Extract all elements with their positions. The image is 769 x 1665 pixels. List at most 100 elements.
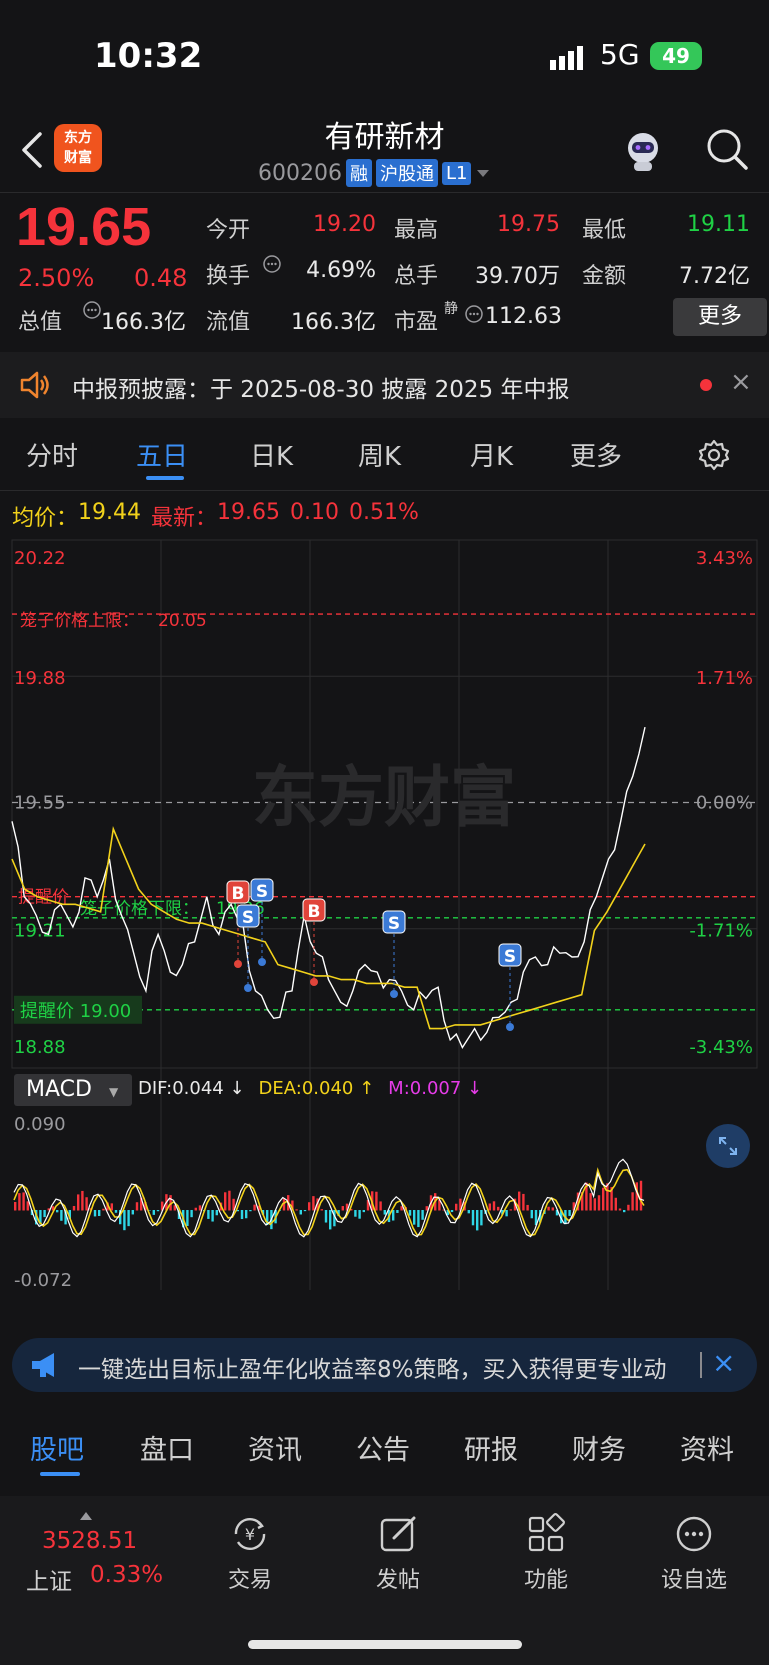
trade-mark-dot	[506, 1023, 514, 1031]
nav-post[interactable]: 发帖	[348, 1512, 448, 1594]
macd-bar	[467, 1210, 470, 1214]
latest-label: 最新：	[151, 506, 218, 531]
trade-mark-letter: S	[242, 908, 254, 928]
latest-pct: 0.51%	[348, 500, 419, 525]
quote-label: 最低	[582, 218, 627, 243]
macd-bar	[215, 1210, 218, 1216]
tab-chart-1[interactable]: 五日	[136, 436, 188, 473]
promo-text[interactable]: 一键选出目标止盈年化收益率8%策略，买入获得更专业动	[78, 1350, 700, 1384]
nav-functions[interactable]: 功能	[496, 1512, 596, 1594]
macd-bar	[547, 1206, 550, 1211]
nav-trade-label: 交易	[227, 1568, 272, 1593]
pe-static-mark: 静	[444, 301, 458, 317]
yuan-exchange-icon: ¥	[234, 1518, 266, 1550]
quote-value: 19.20	[313, 212, 376, 237]
index-name[interactable]: 上证	[26, 1562, 72, 1596]
tag-level: L1	[441, 161, 472, 185]
chevron-down-icon	[477, 170, 490, 177]
macd-bar	[589, 1193, 592, 1211]
quote-value: 19.11	[687, 212, 750, 237]
macd-bar	[320, 1209, 323, 1211]
macd-values-row: DIF:0.044 ↓ DEA:0.040 ↑ M:0.007 ↓	[138, 1078, 482, 1099]
quote-value: 166.3亿	[101, 310, 186, 335]
tab-bottom-4[interactable]: 研报	[464, 1428, 518, 1467]
nav-watchlist[interactable]: 设自选	[644, 1512, 744, 1594]
tab-chart-4[interactable]: 月K	[470, 436, 513, 473]
macd-bar	[114, 1210, 118, 1213]
stock-code-row[interactable]: 600206 融 沪股通 L1	[258, 158, 491, 188]
notice-text[interactable]: 中报预披露：于 2025-08-30 披露 2025 年中报	[72, 370, 569, 404]
macd-bar	[362, 1210, 365, 1213]
macd-bar	[530, 1210, 533, 1219]
macd-bar	[102, 1208, 105, 1211]
macd-bar	[77, 1194, 80, 1211]
tab-bottom-5[interactable]: 财务	[572, 1428, 626, 1467]
tab-indicator	[40, 1472, 80, 1476]
nav-trade[interactable]: ¥ 交易	[200, 1512, 300, 1594]
svg-text:¥: ¥	[245, 1525, 255, 1544]
y-tick-left: 20.22	[14, 548, 66, 569]
trade-mark-dot	[234, 960, 242, 968]
robot-assistant-icon[interactable]	[620, 128, 666, 174]
macd-bar	[623, 1210, 626, 1213]
quote-label: 市盈	[394, 310, 439, 335]
tab-chart-0[interactable]: 分时	[26, 436, 78, 473]
quote-label: 总值	[18, 310, 63, 335]
macd-bar	[631, 1192, 634, 1211]
macd-bar	[207, 1210, 210, 1219]
tab-bottom-2[interactable]: 资讯	[248, 1428, 302, 1467]
close-icon[interactable]: ×	[712, 1348, 742, 1378]
gear-icon[interactable]	[697, 438, 731, 472]
info-icon[interactable]	[464, 304, 484, 324]
tab-bottom-6[interactable]: 资料	[680, 1428, 734, 1467]
macd-bar	[597, 1195, 601, 1211]
five-day-chart[interactable]: 笼子价格上限：20.05提醒价笼子价格下限：19.26提醒价 19.0020.2…	[0, 530, 769, 1300]
tab-bottom-3[interactable]: 公告	[356, 1428, 410, 1467]
y-tick-left: 19.55	[14, 793, 66, 814]
macd-bar	[522, 1193, 525, 1211]
more-button[interactable]: 更多	[673, 298, 767, 336]
macd-bar	[295, 1209, 298, 1211]
change-amount: 0.48	[134, 264, 188, 292]
macd-bar	[26, 1201, 29, 1211]
unread-dot	[700, 379, 712, 391]
macd-bar	[614, 1197, 617, 1211]
macd-bar	[123, 1210, 126, 1231]
macd-bar	[110, 1203, 113, 1211]
tab-chart-2[interactable]: 日K	[250, 436, 293, 473]
macd-bar	[303, 1210, 307, 1212]
macd-bar	[471, 1210, 475, 1226]
close-icon[interactable]: ×	[730, 369, 754, 395]
macd-bar	[18, 1193, 21, 1211]
info-icon[interactable]	[262, 254, 282, 274]
macd-bar	[476, 1210, 479, 1231]
quote-label: 总手	[394, 264, 439, 289]
edit-icon	[380, 1516, 416, 1552]
quote-value: 166.3亿	[291, 310, 376, 335]
macd-bar	[245, 1210, 248, 1219]
nav-watchlist-label: 设自选	[660, 1568, 727, 1593]
info-icon[interactable]	[82, 300, 102, 320]
macd-select[interactable]: MACD ▼	[14, 1074, 132, 1106]
index-value[interactable]: 3528.51	[42, 1528, 137, 1554]
index-percent[interactable]: 0.33%	[90, 1562, 163, 1588]
expand-icon	[719, 1137, 737, 1155]
macd-bar	[299, 1210, 302, 1215]
macd-select-label: MACD	[26, 1077, 92, 1102]
macd-bar	[14, 1202, 17, 1211]
change-percent: 2.50%	[18, 264, 95, 292]
macd-bar	[526, 1204, 529, 1211]
macd-bar	[509, 1209, 512, 1211]
trade-mark-letter: S	[388, 914, 400, 934]
divider	[0, 490, 769, 491]
tab-bottom-0[interactable]: 股吧	[30, 1428, 84, 1467]
tab-chart-3[interactable]: 周K	[358, 436, 401, 473]
quote-value: 39.70万	[475, 264, 560, 289]
macd-bar	[127, 1210, 130, 1227]
y-tick-right: -3.43%	[689, 1037, 753, 1058]
tab-bottom-1[interactable]: 盘口	[140, 1428, 194, 1467]
quote-value: 112.63	[485, 304, 562, 329]
search-icon[interactable]	[704, 126, 750, 172]
expand-button[interactable]	[706, 1124, 750, 1168]
tab-chart-5[interactable]: 更多	[570, 436, 622, 473]
